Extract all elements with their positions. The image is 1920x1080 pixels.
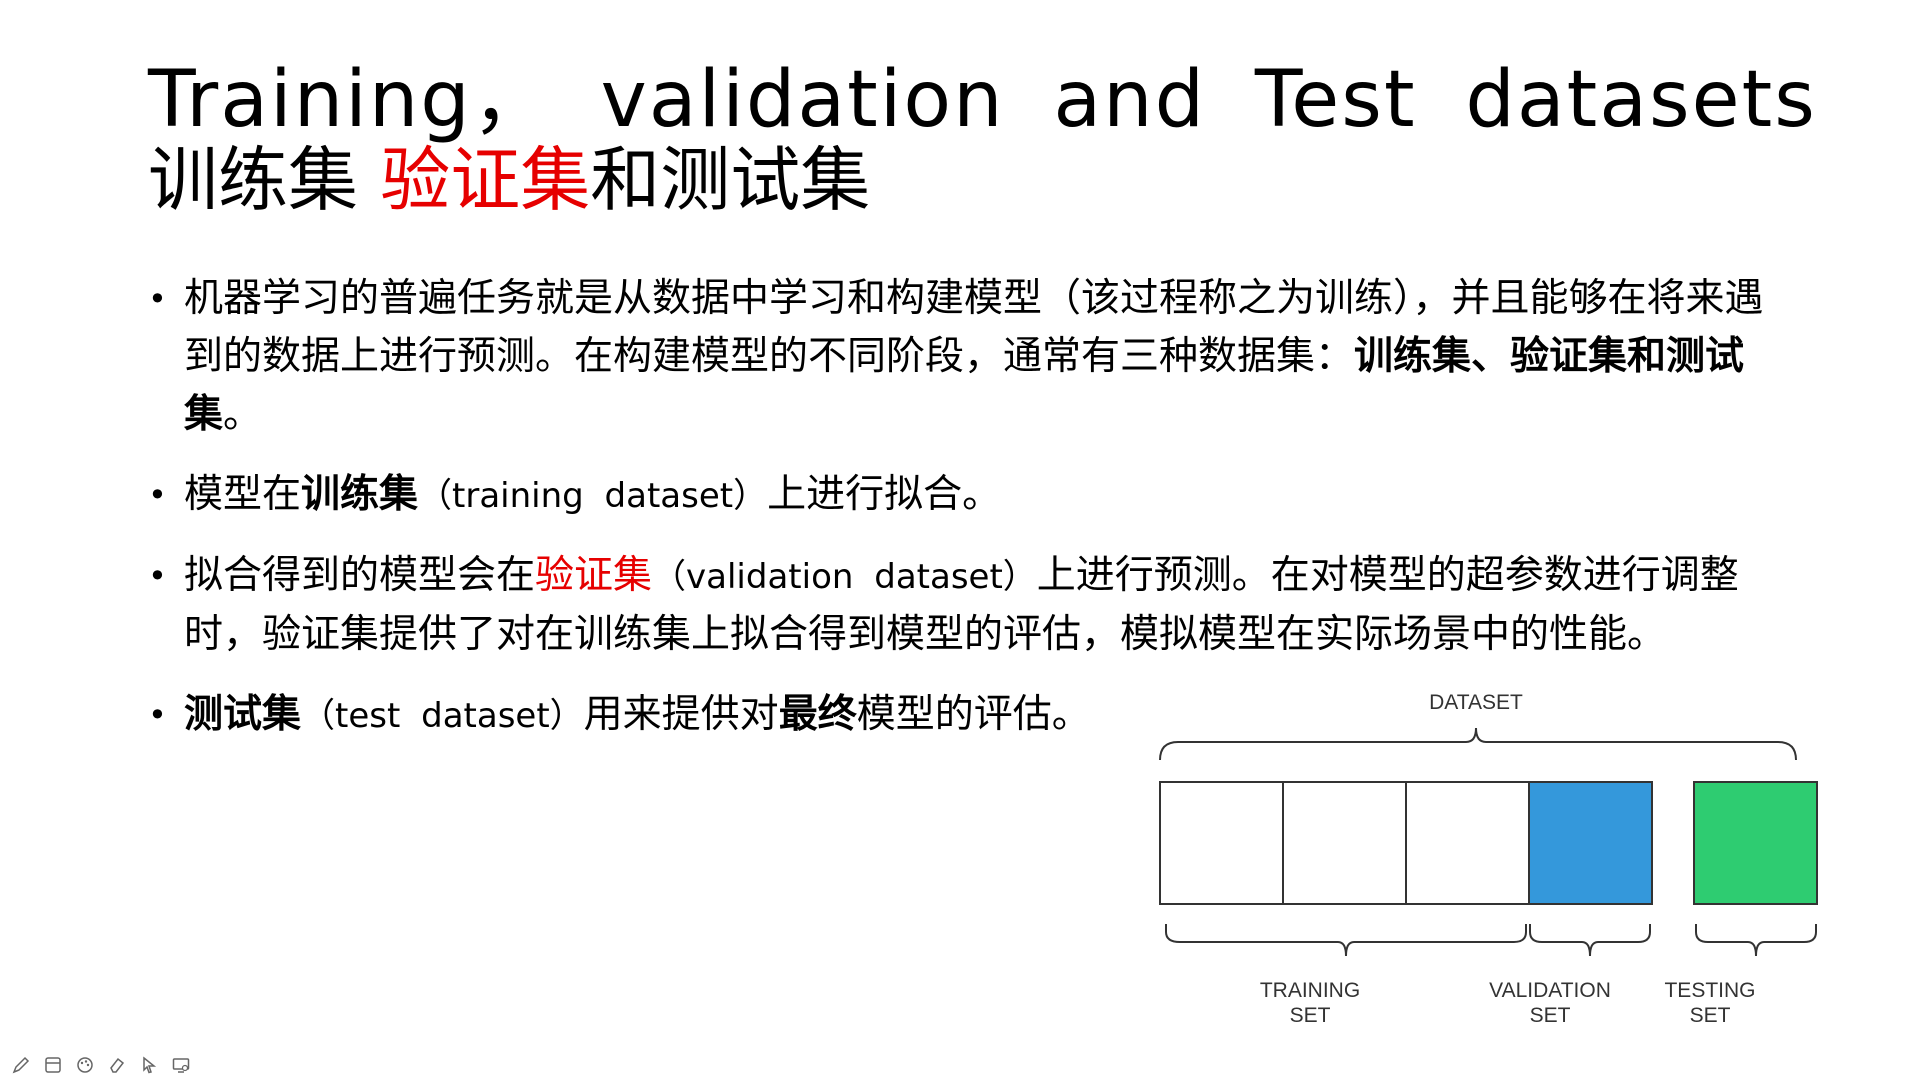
bullet-bold-text: 最终 [778,692,857,737]
palette-icon[interactable] [74,1054,96,1076]
pen-icon[interactable] [10,1054,32,1076]
training-brace [1165,924,1527,957]
bullet-bold-text: 测试集 [184,692,302,737]
bullet-dot: • [148,696,167,734]
eraser-icon[interactable] [106,1054,128,1076]
testing-brace [1695,924,1817,957]
title-part-training-test: 训练集 [148,139,381,221]
bullet-dot: • [148,280,167,318]
bullet-text: 模型的评估。 [856,692,1091,737]
validation-block [1528,781,1653,905]
bullet-red-text: 验证集 [535,553,653,598]
presentation-toolbar [10,1054,192,1076]
bullet-english-term: （validation dataset） [652,557,1037,597]
validation-set-label: VALIDATION SET [1489,979,1611,1027]
training-block-3 [1405,781,1530,905]
training-block-2 [1282,781,1407,905]
pointer-icon[interactable] [138,1054,160,1076]
bullet-dot: • [148,557,167,595]
bullet-item-overview: • 机器学习的普遍任务就是从数据中学习和构建模型（该过程称之为训练），并且能够在将… [148,270,1778,444]
slides-icon[interactable] [42,1054,64,1076]
bullet-item-training: • 模型在训练集（training dataset）上进行拟合。 [148,466,1778,525]
slide-title-chinese: 训练集 验证集和测试集 [148,140,870,220]
screen-icon[interactable] [170,1054,192,1076]
dataset-brace [1159,727,1797,761]
title-highlight-validation: 验证集 [380,139,591,221]
training-set-label: TRAINING SET [1259,979,1361,1027]
validation-brace [1529,924,1651,957]
bullet-bold-text: 训练集 [301,472,419,517]
testing-set-label: TESTING SET [1664,979,1756,1027]
bullet-english-term: （training dataset） [418,476,768,516]
bullet-item-validation: • 拟合得到的模型会在验证集（validation dataset）上进行预测。在… [148,547,1778,664]
dataset-label: DATASET [1429,691,1523,714]
bullet-item-test: • 测试集（test dataset）用来提供对最终模型的评估。 [148,686,1144,745]
training-block-1 [1159,781,1284,905]
bullet-text: 用来提供对 [583,692,779,737]
dataset-split-diagram: DATASET TRAINING SET VALIDATION SET TEST… [1140,680,1820,1040]
slide-title-english: Training， validation and Test datasets [148,55,1817,145]
bullet-text: 模型在 [184,472,302,517]
bullet-dot: • [148,476,167,514]
bullet-list: • 机器学习的普遍任务就是从数据中学习和构建模型（该过程称之为训练），并且能够在将… [148,270,1778,745]
testing-block [1693,781,1818,905]
bullet-english-term: （test dataset） [301,696,584,736]
bullet-text: 拟合得到的模型会在 [184,553,536,598]
title-part-and-test: 和测试集 [590,139,871,221]
bullet-text: 上进行拟合。 [767,472,1002,517]
bullet-end: 。 [223,392,263,437]
